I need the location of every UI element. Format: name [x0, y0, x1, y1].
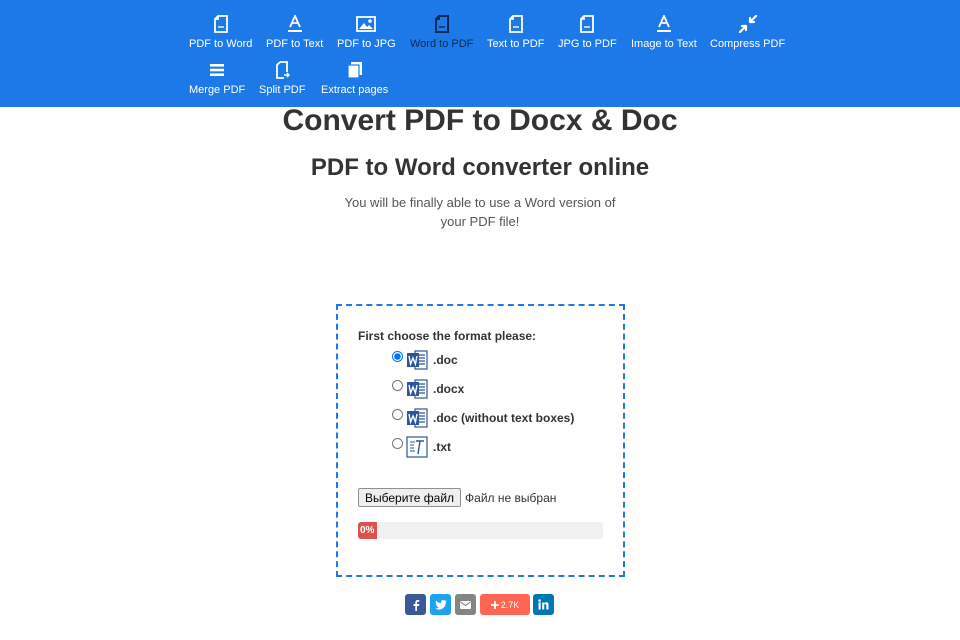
plus-icon	[490, 600, 499, 609]
nav-label: JPG to PDF	[558, 38, 617, 50]
nav-label: Extract pages	[321, 84, 389, 96]
nav-pdf-to-jpg[interactable]: PDF to JPG	[337, 13, 396, 50]
nav-label: Merge PDF	[189, 84, 246, 96]
merge-icon	[206, 59, 228, 81]
word-icon	[406, 378, 428, 400]
format-radio-doc[interactable]	[392, 350, 403, 362]
twitter-icon	[434, 599, 447, 610]
nav-word-to-pdf[interactable]: Word to PDF	[410, 13, 473, 50]
upload-progress-bar: 0%	[358, 522, 603, 539]
format-label: .doc	[433, 353, 458, 367]
share-more-button[interactable]: 2.7K	[480, 594, 530, 615]
nav-label: Split PDF	[259, 84, 306, 96]
text-a-icon	[284, 13, 306, 35]
text-a-icon	[653, 13, 675, 35]
nav-label: PDF to Text	[266, 38, 324, 50]
share-facebook-button[interactable]	[405, 594, 426, 615]
facebook-icon	[412, 599, 420, 611]
file-icon	[505, 13, 527, 35]
choose-file-button[interactable]: Выберите файл	[358, 488, 462, 507]
progress-label: 0%	[360, 525, 375, 536]
format-label: .docx	[433, 382, 465, 396]
nav-label: Word to PDF	[410, 38, 474, 50]
page-subtitle: PDF to Word converter online	[310, 154, 650, 181]
nav-label: Compress PDF	[710, 38, 786, 50]
format-label: .txt	[433, 440, 451, 454]
format-option-doc-no-textboxes[interactable]: .doc (without text boxes)	[392, 407, 574, 429]
share-count: 2.7K	[500, 599, 520, 610]
format-option-docx[interactable]: .docx	[392, 378, 464, 400]
share-email-button[interactable]	[455, 594, 476, 615]
nav-compress-pdf[interactable]: Compress PDF	[710, 13, 785, 50]
word-icon	[406, 407, 428, 429]
nav-label: Image to Text	[631, 38, 697, 50]
file-chooser: Выберите файл Файл не выбран	[358, 488, 556, 507]
top-navigation: PDF to Word PDF to Text PDF to JPG Word …	[0, 0, 960, 107]
pages-icon	[344, 59, 366, 81]
file-icon	[431, 13, 453, 35]
nav-pdf-to-word[interactable]: PDF to Word	[189, 13, 252, 50]
nav-label: PDF to Word	[189, 38, 253, 50]
image-icon	[355, 13, 377, 35]
nav-image-to-text[interactable]: Image to Text	[631, 13, 697, 50]
page-description: You will be finally able to use a Word v…	[344, 195, 616, 229]
nav-pdf-to-text[interactable]: PDF to Text	[266, 13, 323, 50]
file-status: Файл не выбран	[465, 490, 557, 505]
format-option-doc[interactable]: .doc	[392, 349, 458, 371]
split-icon	[271, 59, 293, 81]
nav-split-pdf[interactable]: Split PDF	[259, 59, 305, 96]
txt-icon	[406, 436, 428, 458]
format-radio-docx[interactable]	[392, 379, 403, 391]
envelope-icon	[460, 600, 471, 609]
linkedin-icon	[538, 599, 549, 610]
nav-label: PDF to JPG	[337, 38, 396, 50]
format-label: .doc (without text boxes)	[433, 411, 575, 425]
share-twitter-button[interactable]	[430, 594, 451, 615]
format-radio-txt[interactable]	[392, 437, 403, 449]
nav-label: Text to PDF	[487, 38, 545, 50]
word-icon	[406, 349, 428, 371]
nav-extract-pages[interactable]: Extract pages	[321, 59, 388, 96]
format-radio-doc-no-textboxes[interactable]	[392, 408, 403, 420]
page-title: Convert PDF to Docx & Doc	[282, 104, 678, 137]
compress-icon	[737, 13, 759, 35]
share-linkedin-button[interactable]	[533, 594, 554, 615]
format-prompt: First choose the format please:	[358, 329, 537, 343]
format-option-txt[interactable]: .txt	[392, 436, 451, 458]
file-icon	[210, 13, 232, 35]
nav-merge-pdf[interactable]: Merge PDF	[189, 59, 245, 96]
nav-text-to-pdf[interactable]: Text to PDF	[487, 13, 544, 50]
converter-panel: First choose the format please: .doc .do…	[336, 304, 625, 577]
file-icon	[576, 13, 598, 35]
nav-jpg-to-pdf[interactable]: JPG to PDF	[558, 13, 617, 50]
